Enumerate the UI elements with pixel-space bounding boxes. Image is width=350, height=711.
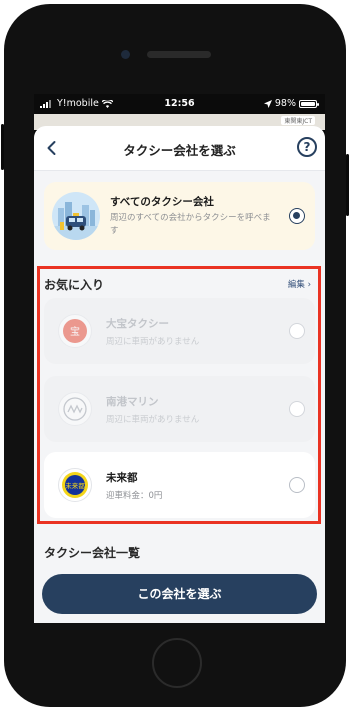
nanko-marine-logo-icon	[58, 392, 92, 426]
favorite-radio[interactable]	[289, 401, 305, 417]
company-list-heading: タクシー会社一覧	[44, 546, 141, 560]
status-right: 98%	[263, 98, 319, 109]
favorite-status: 迎車料金：0円	[106, 491, 163, 501]
page-title: タクシー会社を選ぶ	[123, 143, 236, 158]
battery-percent: 98%	[274, 98, 296, 109]
favorite-status: 周辺に車両がありません	[106, 415, 200, 425]
favorites-heading: お気に入り	[44, 278, 105, 292]
all-companies-title: すべてのタクシー会社	[110, 196, 214, 208]
favorite-radio[interactable]	[289, 323, 305, 339]
choose-company-button[interactable]: この会社を選ぶ	[42, 574, 317, 614]
screen: Y!mobile 12:56 98% 東関東JCT タクシー会社を選ぶ ? すべ…	[34, 94, 325, 623]
miraito-logo-icon: 未来都	[58, 468, 92, 502]
status-bar: Y!mobile 12:56 98%	[34, 94, 325, 114]
home-button[interactable]	[152, 638, 202, 688]
company-select-sheet: タクシー会社を選ぶ ? すべてのタクシー会社 周辺のすべての会社からタクシーを呼…	[34, 126, 325, 623]
taxi-illustration-icon	[52, 192, 100, 240]
map-label: 東関東JCT	[281, 116, 315, 125]
svg-text:宝: 宝	[70, 325, 80, 338]
favorite-item-nanko-marine[interactable]: 南港マリン 周辺に車両がありません	[44, 376, 315, 442]
favorite-item-daiho-taxi[interactable]: 宝 大宝タクシー 周辺に車両がありません	[44, 298, 315, 364]
favorite-radio[interactable]	[289, 477, 305, 493]
favorite-name: 未来都	[106, 472, 138, 484]
all-companies-subtitle: 周辺のすべての会社からタクシーを呼べます	[110, 213, 271, 236]
favorite-name: 大宝タクシー	[106, 318, 169, 330]
phone-frame: Y!mobile 12:56 98% 東関東JCT タクシー会社を選ぶ ? すべ…	[1, 4, 349, 707]
all-companies-option[interactable]: すべてのタクシー会社 周辺のすべての会社からタクシーを呼べます	[44, 182, 315, 250]
sheet-header: タクシー会社を選ぶ ?	[34, 126, 325, 171]
battery-fill	[301, 101, 315, 106]
earpiece-speaker	[147, 51, 211, 58]
favorite-item-miraito[interactable]: 未来都 未来都 迎車料金：0円	[44, 452, 315, 518]
favorite-name: 南港マリン	[106, 396, 159, 408]
miraito-logo-text: 未来都	[65, 481, 85, 490]
battery-icon	[299, 99, 319, 108]
favorites-edit-link[interactable]: 編集 ›	[288, 278, 311, 290]
location-arrow-icon	[263, 99, 272, 108]
front-camera	[121, 50, 130, 59]
favorite-status: 周辺に車両がありません	[106, 337, 200, 347]
all-companies-radio[interactable]	[289, 208, 305, 224]
daiho-taxi-logo-icon: 宝	[58, 314, 92, 348]
help-button[interactable]: ?	[297, 137, 317, 157]
